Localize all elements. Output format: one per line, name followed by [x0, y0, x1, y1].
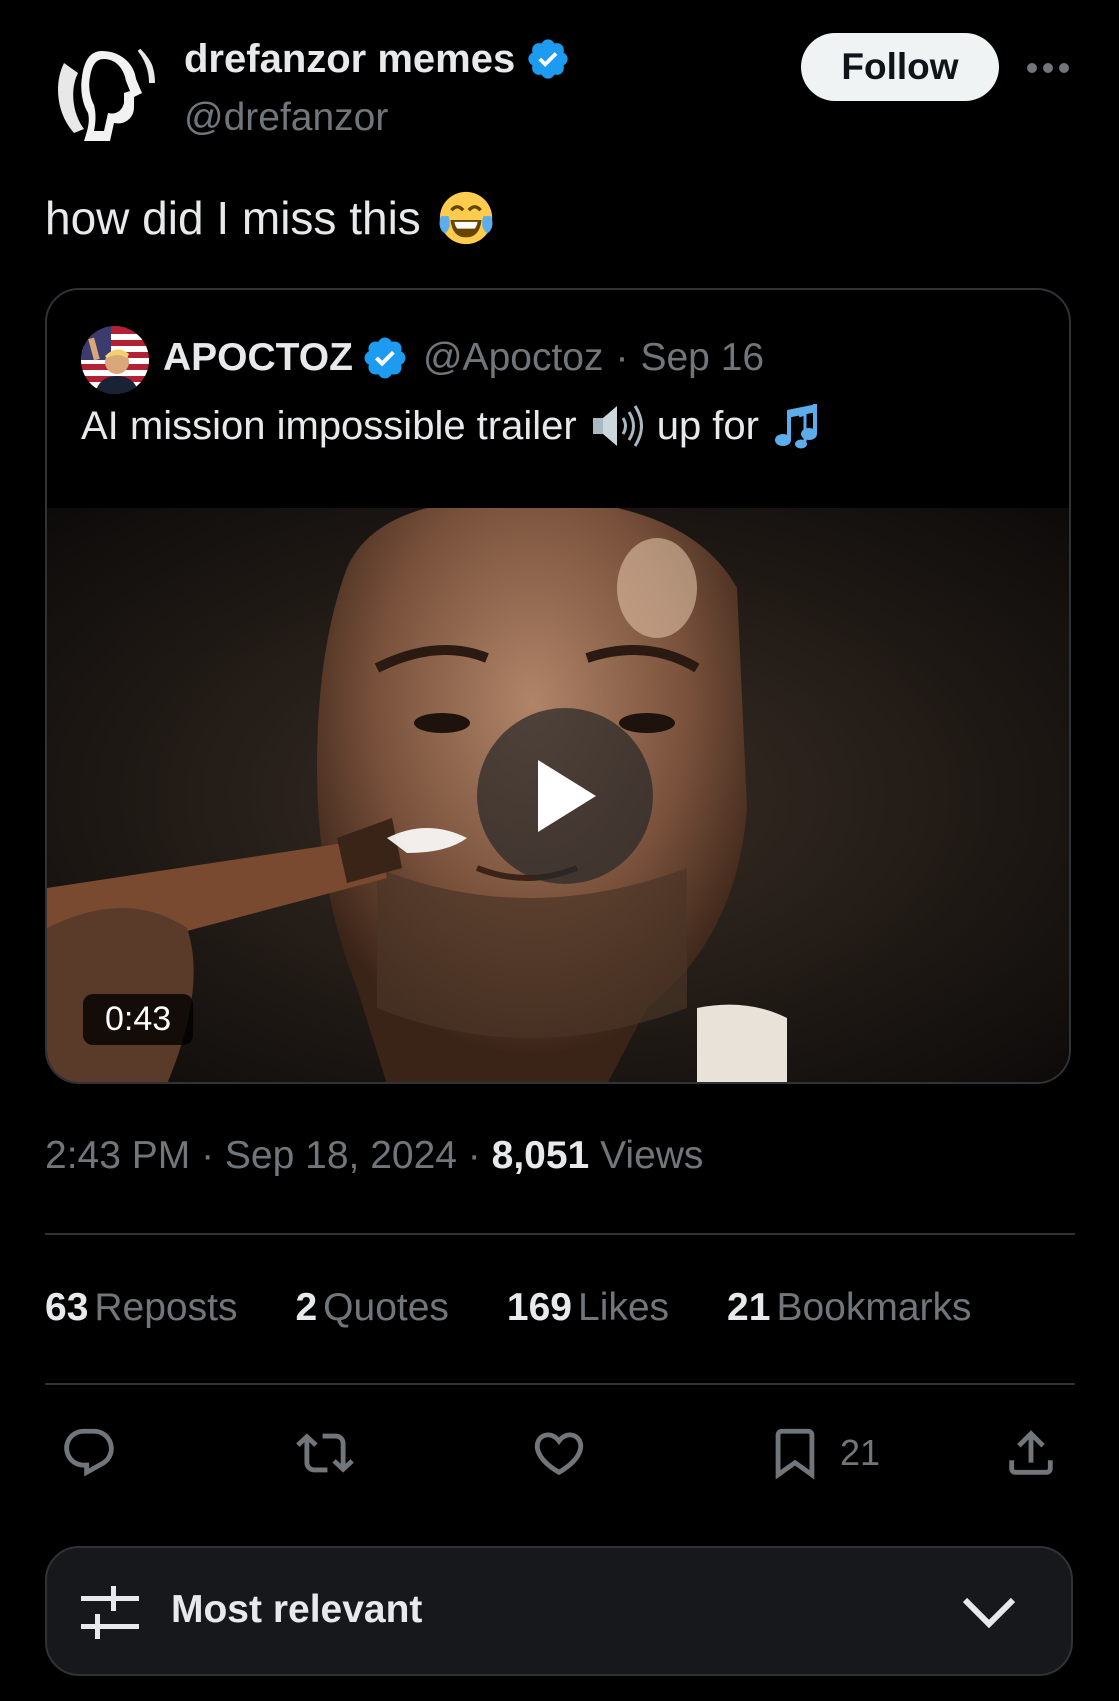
- stat-label: Reposts: [94, 1286, 238, 1329]
- musical-notes-icon: [775, 404, 817, 449]
- quoted-tweet-header: APOCTOZ @Apoctoz · Sep 16: [163, 334, 764, 382]
- stat-count: 21: [727, 1286, 771, 1329]
- quoted-tweet-card[interactable]: APOCTOZ @Apoctoz · Sep 16 AI mission imp…: [45, 288, 1071, 1084]
- tweet-time[interactable]: 2:43 PM: [45, 1134, 190, 1177]
- quoted-author-avatar[interactable]: [81, 326, 149, 394]
- separator-dot: ·: [190, 1134, 225, 1177]
- bookmark-count: 21: [840, 1432, 881, 1473]
- repost-button[interactable]: [296, 1423, 354, 1483]
- separator-dot: ·: [615, 336, 629, 379]
- flag-portrait-avatar-icon: [81, 326, 149, 394]
- tweet-meta: 2:43 PM · Sep 18, 2024 · 8,051 Views: [45, 1134, 703, 1178]
- divider: [45, 1233, 1075, 1235]
- like-button[interactable]: [530, 1423, 588, 1483]
- bookmark-icon: [775, 1428, 815, 1480]
- separator-dot: ·: [456, 1134, 492, 1177]
- share-button[interactable]: [1002, 1423, 1060, 1483]
- stat-count: 63: [45, 1286, 89, 1329]
- more-dots-icon: [1027, 63, 1069, 73]
- tweet-text: how did I miss this: [45, 187, 497, 249]
- verified-badge-icon: [528, 39, 568, 79]
- stat-label: Quotes: [323, 1286, 449, 1329]
- reply-icon: [64, 1428, 114, 1477]
- chevron-down-icon: [962, 1597, 1016, 1629]
- quoted-tweet-text: AI mission impossible trailer up for: [81, 402, 839, 450]
- silhouette-avatar-icon: [44, 33, 158, 147]
- stat-count: 2: [295, 1286, 318, 1329]
- quoted-tweet-date[interactable]: Sep 16: [640, 336, 764, 380]
- play-icon: [538, 760, 596, 832]
- video-duration-badge: 0:43: [83, 994, 194, 1045]
- sliders-icon: [81, 1586, 139, 1639]
- views-count: 8,051: [491, 1134, 590, 1177]
- divider: [45, 1383, 1075, 1385]
- quoted-text-part1: AI mission impossible trailer: [81, 403, 577, 448]
- video-player[interactable]: 0:43: [47, 508, 1069, 1082]
- stat-likes[interactable]: 169 Likes: [507, 1286, 669, 1330]
- author-avatar[interactable]: [44, 33, 158, 147]
- heart-icon: [534, 1432, 584, 1476]
- reply-sort-selector[interactable]: Most relevant: [45, 1546, 1073, 1676]
- repost-icon: [296, 1433, 354, 1473]
- bookmark-button[interactable]: 21: [766, 1423, 880, 1483]
- author-name-text: drefanzor memes: [184, 36, 516, 81]
- views-label: Views: [600, 1134, 704, 1177]
- sort-label: Most relevant: [171, 1588, 423, 1631]
- stat-quotes[interactable]: 2 Quotes: [295, 1286, 448, 1330]
- tweet-date[interactable]: Sep 18, 2024: [225, 1134, 457, 1177]
- follow-button[interactable]: Follow: [801, 33, 999, 101]
- stat-count: 169: [506, 1286, 572, 1329]
- stat-reposts[interactable]: 63 Reposts: [45, 1286, 237, 1330]
- more-options-button[interactable]: [1022, 50, 1074, 86]
- verified-badge-icon: [364, 337, 406, 379]
- author-handle[interactable]: @drefanzor: [184, 96, 388, 140]
- play-button[interactable]: [477, 708, 653, 884]
- speaker-high-volume-icon: [592, 405, 643, 447]
- quoted-author-name[interactable]: APOCTOZ: [163, 336, 353, 380]
- tweet-text-content: how did I miss this: [45, 192, 421, 244]
- reply-button[interactable]: [60, 1423, 118, 1483]
- share-icon: [1009, 1430, 1053, 1475]
- quoted-author-handle[interactable]: @Apoctoz: [423, 336, 604, 380]
- engagement-stats: 63 Reposts 2 Quotes 169 Likes 21 Bookmarks: [45, 1286, 1030, 1330]
- stat-label: Likes: [578, 1286, 670, 1329]
- stat-bookmarks[interactable]: 21 Bookmarks: [727, 1286, 971, 1330]
- stat-label: Bookmarks: [776, 1286, 972, 1329]
- quoted-text-part2: up for: [656, 403, 759, 448]
- tears-of-joy-emoji-icon: [439, 191, 493, 245]
- author-name[interactable]: drefanzor memes: [184, 36, 571, 82]
